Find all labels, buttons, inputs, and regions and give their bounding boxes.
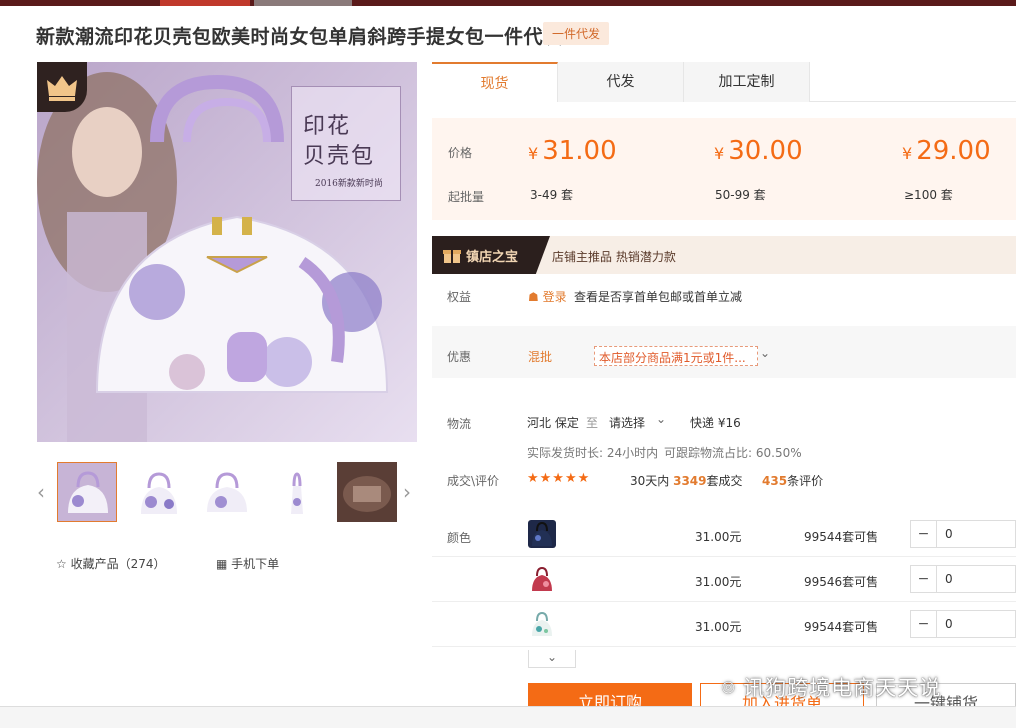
color-price: 31.00元 (695, 575, 742, 589)
color-swatch[interactable] (528, 565, 556, 593)
crown-badge (37, 62, 87, 112)
chevron-down-icon[interactable]: ⌄ (656, 412, 666, 426)
price-tier-3: ¥29.00 (902, 136, 991, 166)
status-bar (0, 706, 1016, 728)
banner-title: 镇店之宝 (466, 250, 519, 265)
purchase-tabs: 现货 代发 加工定制 (432, 62, 1016, 102)
chevron-down-icon[interactable]: ⌄ (760, 346, 770, 360)
color-stock: 99544套可售 (804, 620, 879, 634)
tracking-ratio: 可跟踪物流占比: 60.50% (664, 446, 802, 460)
quantity-stepper[interactable]: − 0 (910, 610, 1016, 638)
ship-origin: 河北 保定 (527, 416, 579, 430)
top-nav-bar (0, 0, 1016, 6)
expand-colors-button[interactable]: ⌄ (528, 650, 576, 668)
tab-in-stock[interactable]: 现货 (432, 62, 558, 102)
banner-text: 店铺主推品 热销潜力款 (552, 250, 676, 264)
quantity-value[interactable]: 0 (945, 572, 953, 586)
product-title: 新款潮流印花贝壳包欧美时尚女包单肩斜跨手提女包一件代发 (36, 26, 563, 48)
chevron-down-icon: ⌄ (546, 650, 558, 664)
minus-icon[interactable]: − (911, 566, 937, 592)
deals-count: 3349 (673, 474, 707, 488)
minus-icon[interactable]: − (911, 521, 937, 547)
table-row: 31.00元 99544套可售 − 0 (432, 512, 1016, 557)
favorite-label: 收藏产品（274） (70, 557, 166, 571)
watermark: ⌾ 讯狗跨境电商天天说 (722, 676, 942, 700)
user-icon: ☗ (528, 290, 539, 304)
color-stock: 99544套可售 (804, 530, 879, 544)
quantity-value[interactable]: 0 (945, 527, 953, 541)
color-price: 31.00元 (695, 620, 742, 634)
gift-icon (443, 250, 461, 263)
color-swatch[interactable] (528, 520, 556, 548)
rights-label: 权益 (447, 290, 472, 304)
reviews-label: 成交\评价 (447, 474, 500, 488)
rating-stars: ★★★★★ (527, 471, 591, 486)
table-row: 31.00元 99546套可售 − 0 (432, 557, 1016, 602)
star-outline-icon: ☆ (56, 557, 67, 571)
chevron-left-icon[interactable]: ‹ (37, 480, 45, 504)
crown-icon (47, 76, 77, 101)
price-label: 价格 (448, 146, 473, 160)
favorite-button[interactable]: ☆ 收藏产品（274） (56, 555, 166, 572)
wechat-icon: ⌾ (722, 676, 736, 700)
thumbnail[interactable] (337, 462, 397, 522)
thumbnail-strip: ‹ › (37, 460, 417, 524)
moq-label: 起批量 (448, 190, 485, 204)
thumbnail[interactable] (267, 462, 327, 522)
qr-code-icon: ▦ (216, 557, 228, 571)
minus-icon[interactable]: − (911, 611, 937, 637)
caption-small: 2016新款新时尚 (315, 179, 383, 189)
caption-line1: 印花 (303, 114, 352, 139)
moq-tier-2: 50-99 套 (715, 188, 766, 202)
rights-text: 查看是否享首单包邮或首单立减 (574, 290, 743, 304)
login-link[interactable]: ☗ 登录 (528, 288, 567, 305)
ship-to: 至 (586, 416, 599, 430)
main-product-image[interactable]: 印花 贝壳包 2016新款新时尚 (37, 62, 417, 442)
price-tier-1: ¥31.00 (528, 136, 617, 166)
store-treasure-banner[interactable]: 镇店之宝 店铺主推品 热销潜力款 (432, 236, 1016, 274)
thumbnail[interactable] (129, 462, 189, 522)
quantity-stepper[interactable]: − 0 (910, 565, 1016, 593)
mix-batch-label: 混批 (528, 350, 553, 364)
ship-time: 实际发货时长: 24小时内 (527, 446, 659, 460)
nav-tab-fragment[interactable] (160, 0, 250, 6)
table-row: 31.00元 99544套可售 − 0 (432, 602, 1016, 647)
discount-label: 优惠 (447, 350, 472, 364)
price-panel: 价格 起批量 ¥31.00 ¥30.00 ¥29.00 3-49 套 50-99… (432, 118, 1016, 220)
tab-custom[interactable]: 加工定制 (684, 62, 810, 102)
review-summary[interactable]: 435条评价 (762, 472, 823, 489)
nav-tab-fragment[interactable] (254, 0, 352, 6)
color-swatch[interactable] (528, 610, 556, 638)
banner-badge: 镇店之宝 (432, 236, 550, 274)
quantity-value[interactable]: 0 (945, 617, 953, 631)
price-tier-2: ¥30.00 (714, 136, 803, 166)
moq-tier-1: 3-49 套 (530, 188, 574, 202)
dropship-tag: 一件代发 (543, 22, 610, 45)
color-price: 31.00元 (695, 530, 742, 544)
discount-coupon[interactable]: 本店部分商品满1元或1件... (594, 346, 758, 366)
color-stock: 99546套可售 (804, 575, 879, 589)
destination-select[interactable]: 请选择 (609, 414, 645, 431)
thumbnail[interactable] (57, 462, 117, 522)
thumbnail[interactable] (197, 462, 257, 522)
moq-tier-3: ≥100 套 (904, 188, 953, 202)
tab-dropship[interactable]: 代发 (558, 62, 684, 102)
quantity-stepper[interactable]: − 0 (910, 520, 1016, 548)
chevron-right-icon[interactable]: › (403, 480, 411, 504)
mobile-order-label: 手机下单 (231, 557, 280, 571)
caption-line2: 贝壳包 (303, 144, 376, 169)
mobile-order-button[interactable]: ▦ 手机下单 (216, 555, 279, 572)
deals-summary: 30天内 3349套成交 (630, 474, 743, 488)
review-count: 435 (762, 474, 788, 488)
logistics-label: 物流 (447, 417, 472, 431)
express-fee: 快递 ¥16 (690, 416, 741, 430)
